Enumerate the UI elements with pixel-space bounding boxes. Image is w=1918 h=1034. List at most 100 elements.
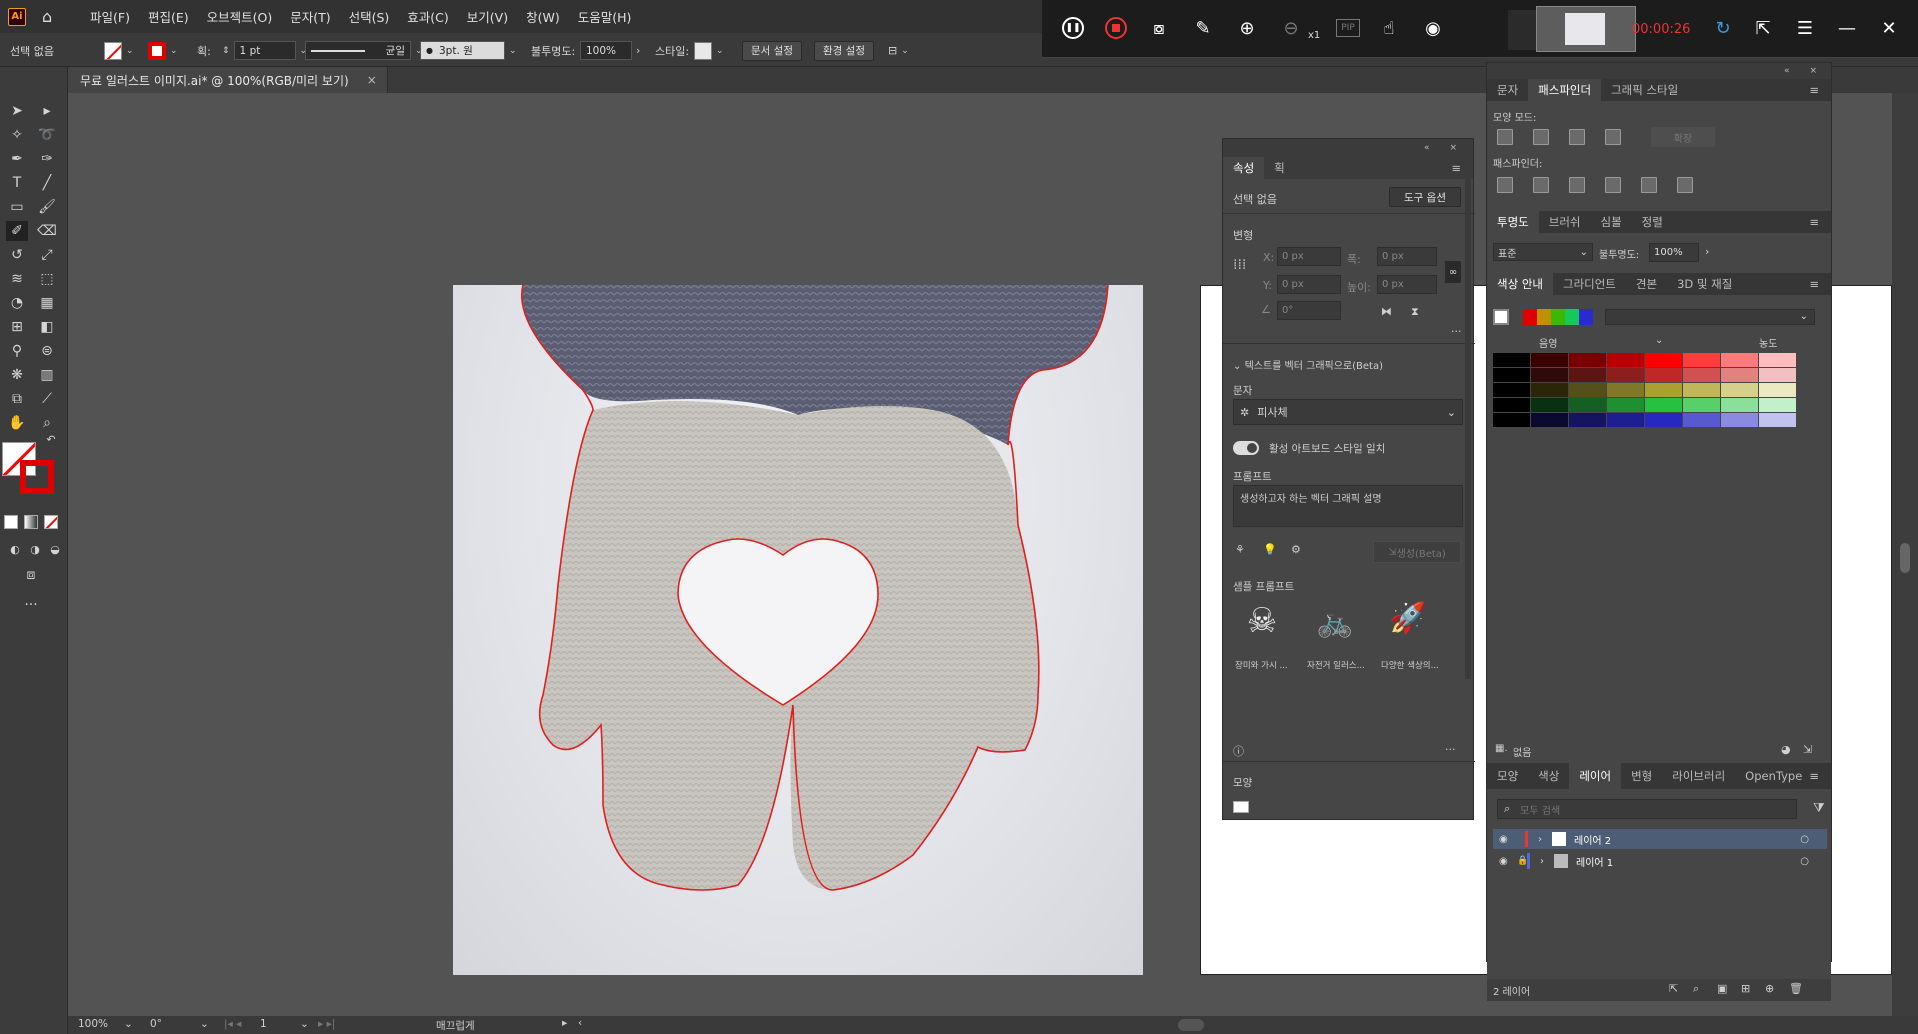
rotate-tool-icon[interactable]: ↺: [6, 245, 28, 265]
panel-menu-icon[interactable]: ≡: [1799, 211, 1829, 233]
save-group-icon[interactable]: ⇲: [1803, 743, 1812, 756]
harmony-color-swatch[interactable]: [1565, 309, 1579, 325]
harmony-color-swatch[interactable]: [1537, 309, 1551, 325]
zoom-in-icon[interactable]: ⊕: [1234, 15, 1260, 41]
panel-menu-icon[interactable]: ≡: [1441, 157, 1471, 179]
tool-options-button[interactable]: 도구 옵션: [1389, 187, 1461, 207]
swatch-library-icon[interactable]: ▦.: [1495, 743, 1508, 754]
tab-transform[interactable]: 변형: [1621, 765, 1662, 787]
direct-selection-tool-icon[interactable]: ▸: [36, 101, 58, 121]
merge-icon[interactable]: [1569, 177, 1585, 193]
minimize-icon[interactable]: —: [1834, 15, 1860, 41]
perspective-grid-icon[interactable]: ▦: [36, 293, 58, 313]
color-variation-swatch[interactable]: [1721, 383, 1758, 397]
webcam-thumbnail[interactable]: [1536, 6, 1636, 52]
clipping-mask-icon[interactable]: ▣: [1717, 982, 1727, 995]
angle-field[interactable]: 0°: [1277, 301, 1341, 320]
color-variation-swatch[interactable]: [1683, 383, 1720, 397]
panel-menu-icon[interactable]: ≡: [1799, 273, 1829, 295]
curvature-tool-icon[interactable]: ✑: [36, 149, 58, 169]
color-mode-icon[interactable]: [4, 515, 18, 529]
color-variation-swatch[interactable]: [1645, 353, 1682, 367]
color-variation-swatch[interactable]: [1493, 383, 1530, 397]
stroke-weight-value[interactable]: 1 pt: [233, 41, 296, 60]
color-variation-swatch[interactable]: [1493, 353, 1530, 367]
x-field[interactable]: 0 px: [1277, 247, 1341, 266]
color-variation-swatch[interactable]: [1683, 398, 1720, 412]
color-variation-swatch[interactable]: [1607, 398, 1644, 412]
draw-inside-icon[interactable]: ◒: [44, 539, 66, 559]
warp-tool-icon[interactable]: ≋: [6, 269, 28, 289]
prompt-input[interactable]: 생성하고자 하는 벡터 그래픽 설명: [1233, 485, 1463, 527]
color-variation-swatch[interactable]: [1683, 413, 1720, 427]
panel-scrollbar[interactable]: [1465, 179, 1471, 679]
mesh-tool-icon[interactable]: ⊞: [6, 317, 28, 337]
color-variation-swatch[interactable]: [1721, 398, 1758, 412]
harmony-rule-strip[interactable]: [1523, 309, 1593, 325]
menu-item[interactable]: 보기(V): [467, 7, 508, 26]
new-layer-icon[interactable]: ⊕: [1765, 982, 1774, 995]
color-variation-swatch[interactable]: [1531, 413, 1568, 427]
prev-artboard-icon[interactable]: |◂ ◂: [224, 1018, 241, 1030]
rotation-field[interactable]: 0°: [150, 1018, 162, 1030]
color-variation-swatch[interactable]: [1759, 368, 1796, 382]
color-variation-grid[interactable]: [1493, 353, 1826, 433]
preferences-button[interactable]: 환경 설정: [814, 40, 874, 61]
selection-tool-icon[interactable]: ➤: [6, 101, 28, 121]
menu-item[interactable]: 효과(C): [407, 7, 448, 26]
menu-item[interactable]: 편집(E): [148, 7, 189, 26]
color-variation-swatch[interactable]: [1645, 368, 1682, 382]
artboard-tool-icon[interactable]: ⧉: [6, 389, 28, 409]
tab-color[interactable]: 색상: [1528, 765, 1569, 787]
panel-menu-icon[interactable]: ≡: [1799, 79, 1829, 101]
flip-horizontal-icon[interactable]: ⧓: [1381, 305, 1392, 318]
menu-item[interactable]: 선택(S): [349, 7, 390, 26]
harmony-color-swatch[interactable]: [1579, 309, 1593, 325]
hide-icon[interactable]: ◉: [1420, 15, 1446, 41]
status-menu-arrow-icon[interactable]: ▸: [562, 1017, 567, 1029]
tab-symbols[interactable]: 심볼: [1591, 211, 1632, 233]
tab-stroke[interactable]: 획: [1264, 157, 1295, 179]
stop-icon[interactable]: [1103, 15, 1129, 41]
settings-icon[interactable]: ⚙: [1291, 543, 1301, 556]
harmony-color-swatch[interactable]: [1551, 309, 1565, 325]
color-variation-swatch[interactable]: [1759, 383, 1796, 397]
collapse-icon[interactable]: «: [1414, 137, 1440, 159]
blend-mode-select[interactable]: 표준 ⌄: [1493, 243, 1593, 261]
chevron-down-icon[interactable]: ⌄: [124, 1018, 133, 1030]
base-color-swatch[interactable]: [1493, 309, 1509, 325]
tab-layers[interactable]: 레이어: [1569, 763, 1622, 789]
chevron-right-icon[interactable]: ›: [1705, 245, 1709, 258]
slice-tool-icon[interactable]: ⟋: [36, 389, 58, 409]
panel-menu-icon[interactable]: ≡: [1799, 765, 1829, 787]
trim-icon[interactable]: [1533, 177, 1549, 193]
chevron-down-icon[interactable]: ⌄: [300, 1018, 309, 1030]
pencil-icon[interactable]: ✎: [1190, 15, 1216, 41]
next-artboard-icon[interactable]: ▸ ▸|: [318, 1018, 335, 1030]
more-options-icon[interactable]: ···: [1445, 743, 1456, 756]
eyedropper-icon[interactable]: ⚲: [6, 341, 28, 361]
home-icon[interactable]: ⌂: [42, 7, 60, 26]
paintbrush-icon[interactable]: 🖌: [36, 197, 58, 217]
menu-item[interactable]: 도움말(H): [578, 7, 632, 26]
color-variation-swatch[interactable]: [1645, 398, 1682, 412]
effects-icon[interactable]: 💡: [1263, 543, 1277, 556]
locate-object-icon[interactable]: ⌕: [1693, 982, 1699, 996]
visibility-eye-icon[interactable]: ◉: [1499, 834, 1513, 845]
scroll-left-icon[interactable]: ‹: [578, 1017, 582, 1029]
gradient-tool-icon[interactable]: ◧: [36, 317, 58, 337]
generate-button[interactable]: ⇲ 생성(Beta): [1373, 541, 1461, 563]
expand-arrow-icon[interactable]: ›: [1538, 834, 1542, 845]
color-variation-swatch[interactable]: [1683, 368, 1720, 382]
brush-select[interactable]: ● 3pt. 원 ⌄: [420, 41, 517, 60]
stroke-color-box[interactable]: [20, 460, 54, 494]
opacity-field[interactable]: 100% ›: [580, 41, 640, 60]
horizontal-scroll-thumb[interactable]: [1178, 1019, 1204, 1031]
tab-swatches[interactable]: 견본: [1626, 273, 1667, 295]
tab-properties[interactable]: 속성: [1223, 157, 1265, 179]
style-picker-icon[interactable]: ⚘: [1235, 543, 1245, 556]
symbol-sprayer-icon[interactable]: ❋: [6, 365, 28, 385]
menu-item[interactable]: 창(W): [526, 7, 560, 26]
subject-select[interactable]: ✲ 피사체 ⌄: [1233, 399, 1463, 425]
color-variation-swatch[interactable]: [1531, 368, 1568, 382]
